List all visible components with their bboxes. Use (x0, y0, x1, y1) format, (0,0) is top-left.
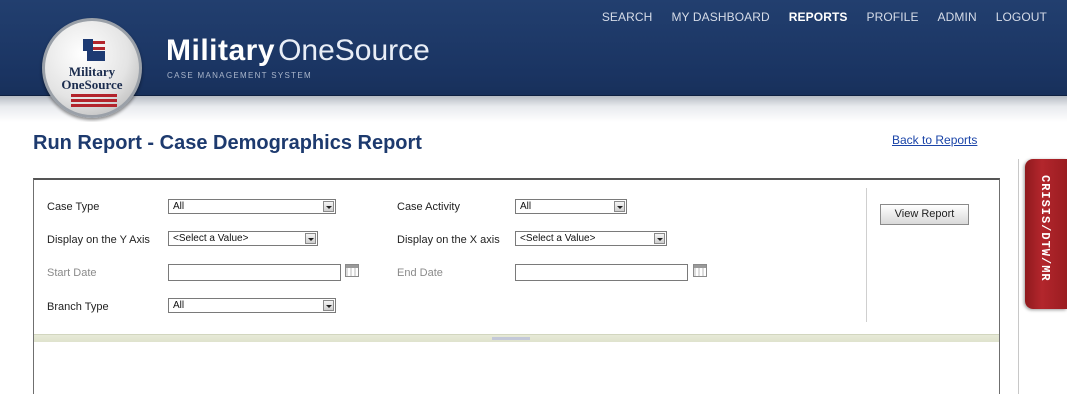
calendar-icon[interactable] (345, 264, 359, 277)
branch-type-value: All (173, 300, 185, 311)
y-axis-value: <Select a Value> (173, 233, 249, 244)
branch-type-label: Branch Type (47, 301, 109, 313)
chevron-down-icon (323, 300, 334, 311)
x-axis-select[interactable]: <Select a Value> (515, 231, 667, 246)
chevron-down-icon (305, 233, 316, 244)
end-date-input[interactable] (515, 264, 688, 281)
chevron-down-icon (614, 201, 625, 212)
nav-reports[interactable]: REPORTS (789, 10, 848, 24)
report-criteria-panel: Case Type All Case Activity All Display … (33, 178, 1000, 394)
y-axis-label: Display on the Y Axis (47, 234, 150, 246)
x-axis-label: Display on the X axis (397, 234, 500, 246)
brand-bold: Military (166, 34, 276, 67)
nav-my-dashboard[interactable]: MY DASHBOARD (671, 10, 769, 24)
case-type-label: Case Type (47, 201, 100, 213)
brand-light: OneSource (278, 34, 430, 67)
start-date-input[interactable] (168, 264, 341, 281)
y-axis-select[interactable]: <Select a Value> (168, 231, 318, 246)
back-to-reports-link[interactable]: Back to Reports (892, 133, 977, 147)
case-activity-value: All (520, 201, 532, 212)
brand-name: Military OneSource (166, 34, 430, 68)
nav-profile[interactable]: PROFILE (867, 10, 919, 24)
crisis-side-tab[interactable]: CRISIS/DTW/MR (1025, 159, 1067, 309)
side-tab-label: CRISIS/DTW/MR (1038, 175, 1052, 282)
nav-search[interactable]: SEARCH (602, 10, 653, 24)
end-date-label: End Date (397, 267, 443, 279)
case-activity-select[interactable]: All (515, 199, 627, 214)
seal-text-line2: OneSource (61, 77, 123, 92)
top-nav: SEARCH MY DASHBOARD REPORTS PROFILE ADMI… (583, 10, 1047, 24)
nav-admin[interactable]: ADMIN (938, 10, 977, 24)
view-report-button[interactable]: View Report (880, 204, 969, 225)
chevron-down-icon (654, 233, 665, 244)
seal-stripes (71, 94, 117, 107)
brand-subtitle: CASE MANAGEMENT SYSTEM (167, 71, 312, 80)
start-date-label: Start Date (47, 267, 97, 279)
chevron-down-icon (323, 201, 334, 212)
military-onesource-seal-logo: Military OneSource (42, 18, 142, 118)
case-type-value: All (173, 201, 185, 212)
collapse-bar[interactable] (34, 334, 999, 342)
flag-icon (83, 39, 105, 61)
x-axis-value: <Select a Value> (520, 233, 596, 244)
case-type-select[interactable]: All (168, 199, 336, 214)
site-header: Military OneSource Military OneSource CA… (0, 0, 1067, 122)
panel-divider (866, 188, 867, 322)
header-stripe (0, 96, 1067, 122)
branch-type-select[interactable]: All (168, 298, 336, 313)
nav-logout[interactable]: LOGOUT (996, 10, 1047, 24)
calendar-icon[interactable] (693, 264, 707, 277)
page-title: Run Report - Case Demographics Report (33, 132, 422, 154)
side-divider (1018, 159, 1025, 394)
collapse-grip-icon (492, 337, 530, 340)
case-activity-label: Case Activity (397, 201, 460, 213)
